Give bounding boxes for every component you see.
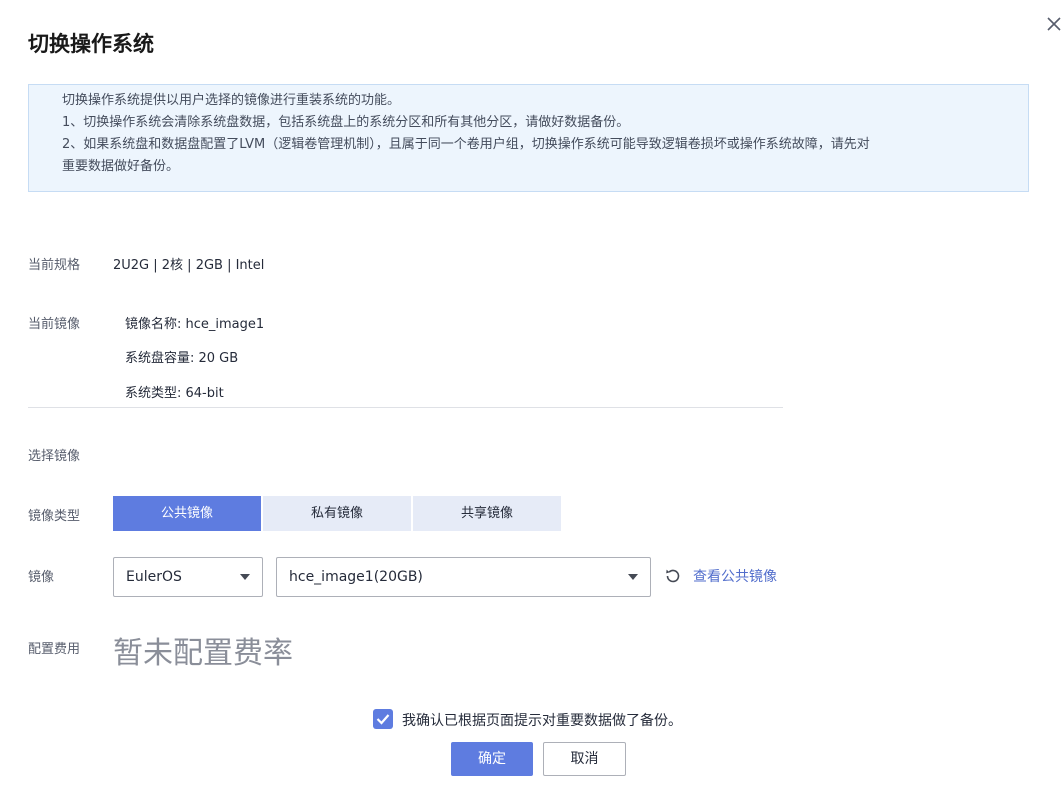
image-type-label: 镜像类型 [28, 509, 81, 524]
close-icon[interactable] [1044, 14, 1061, 34]
notice-line: 切换操作系统提供以用户选择的镜像进行重装系统的功能。 [62, 93, 401, 108]
warning-notice: 切换操作系统提供以用户选择的镜像进行重装系统的功能。 1、切换操作系统会清除系统… [28, 84, 1029, 192]
notice-line: 1、切换操作系统会清除系统盘数据，包括系统盘上的系统分区和所有其他分区，请做好数… [62, 115, 630, 130]
current-image-label: 当前镜像 [28, 317, 81, 332]
tab-private-image[interactable]: 私有镜像 [263, 496, 411, 531]
tab-shared-image[interactable]: 共享镜像 [413, 496, 561, 531]
image-label: 镜像 [28, 570, 55, 585]
backup-confirm-checkbox[interactable] [373, 709, 393, 729]
section-divider [28, 407, 783, 408]
notice-line: 重要数据做好备份。 [62, 159, 180, 174]
view-public-images-link[interactable]: 查看公共镜像 [693, 566, 777, 586]
switch-os-dialog: 切换操作系统 切换操作系统提供以用户选择的镜像进行重装系统的功能。 1、切换操作… [0, 0, 1061, 805]
confirm-button[interactable]: 确定 [451, 742, 533, 776]
current-image-disk: 系统盘容量: 20 GB [125, 351, 239, 366]
current-image-type: 系统类型: 64-bit [125, 386, 224, 401]
notice-line: 2、如果系统盘和数据盘配置了LVM（逻辑卷管理机制），且属于同一个卷用户组，切换… [62, 137, 870, 152]
fee-label: 配置费用 [28, 642, 81, 657]
tab-public-image[interactable]: 公共镜像 [113, 496, 261, 531]
checkmark-icon [376, 714, 390, 725]
refresh-icon[interactable] [664, 567, 682, 585]
image-select-value: hce_image1(20GB) [289, 569, 423, 585]
select-image-heading: 选择镜像 [28, 449, 81, 464]
current-image-name: 镜像名称: hce_image1 [125, 317, 265, 332]
backup-confirm-text: 我确认已根据页面提示对重要数据做了备份。 [402, 713, 682, 729]
os-select-value: EulerOS [126, 569, 182, 585]
fee-value: 暂未配置费率 [113, 636, 293, 671]
caret-down-icon [628, 574, 638, 580]
image-select[interactable]: hce_image1(20GB) [276, 557, 651, 597]
current-spec-value: 2U2G | 2核 | 2GB | Intel [113, 258, 265, 273]
cancel-button[interactable]: 取消 [543, 742, 626, 776]
current-spec-label: 当前规格 [28, 258, 81, 273]
image-type-tabs: 公共镜像 私有镜像 共享镜像 [113, 496, 563, 531]
os-select[interactable]: EulerOS [113, 557, 263, 597]
dialog-title: 切换操作系统 [28, 32, 154, 56]
caret-down-icon [240, 574, 250, 580]
